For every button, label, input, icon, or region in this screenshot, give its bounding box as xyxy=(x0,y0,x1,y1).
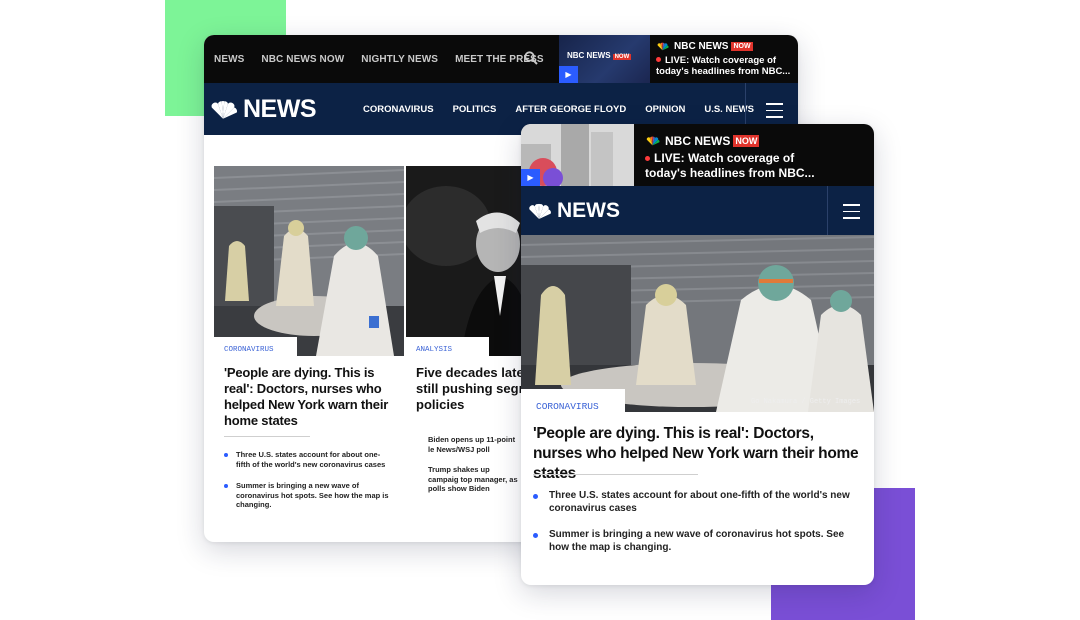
nbc-news-now-label: NBC NEWS xyxy=(674,41,729,52)
live-dot-icon xyxy=(656,57,661,62)
nbc-news-now-brand: NBC NEWS NOW xyxy=(656,41,798,52)
nurses-photo-illustration xyxy=(214,166,404,356)
nav-coronavirus[interactable]: CORONAVIRUS xyxy=(363,104,434,115)
mobile-screenshot: ▶ NBC NEWS NOW LIVE: Watch coverage of to… xyxy=(521,124,874,585)
live-headline-text: LIVE: Watch coverage of today's headline… xyxy=(656,55,791,77)
nbc-news-now-label: NBC NEWS xyxy=(665,134,731,148)
story-headline[interactable]: 'People are dying. This is real': Doctor… xyxy=(224,365,394,429)
story-photo-nurses[interactable] xyxy=(521,235,874,412)
nurses-photo-illustration xyxy=(521,235,874,412)
logo-text: NEWS xyxy=(243,95,317,123)
divider xyxy=(533,474,698,475)
live-dot-icon xyxy=(645,156,650,161)
story-headline-2-line-1: Five decades later, T xyxy=(416,365,526,380)
nbc-news-logo[interactable]: NEWS xyxy=(526,199,620,223)
peacock-logo-icon xyxy=(529,203,551,219)
live-headline[interactable]: LIVE: Watch coverage of today's headline… xyxy=(645,151,815,180)
menu-icon[interactable] xyxy=(766,103,783,123)
menu-divider xyxy=(827,186,828,235)
logo-text: NEWS xyxy=(557,199,620,222)
story-tag-coronavirus[interactable]: CORONAVIRUS xyxy=(521,389,625,415)
live-headline[interactable]: LIVE: Watch coverage of today's headline… xyxy=(656,55,798,77)
top-nav: NEWS NBC NEWS NOW NIGHTLY NEWS MEET THE … xyxy=(214,35,544,83)
story-photo-trump[interactable] xyxy=(406,166,526,356)
play-icon[interactable]: ▶ xyxy=(559,66,578,83)
thumbnail-now-badge: NOW xyxy=(612,54,632,60)
nbc-news-now-brand: NBC NEWS NOW xyxy=(645,134,815,148)
story-headline[interactable]: 'People are dying. This is real': Doctor… xyxy=(533,424,866,484)
nav-us-news[interactable]: U.S. NEWS xyxy=(704,104,754,115)
menu-icon[interactable] xyxy=(843,204,860,224)
related-link[interactable]: Summer is bringing a new wave of coronav… xyxy=(533,529,854,554)
mobile-main-nav: NEWS xyxy=(521,186,874,235)
now-badge: NOW xyxy=(731,42,753,51)
story-tag-analysis[interactable]: ANALYSIS xyxy=(406,337,489,359)
portrait-photo-illustration xyxy=(406,166,526,356)
thumbnail-logo: NBC NEWS NOW xyxy=(567,51,632,60)
divider xyxy=(224,436,310,437)
peacock-icon xyxy=(646,136,660,146)
nav-politics[interactable]: POLITICS xyxy=(453,104,497,115)
top-bar: NEWS NBC NEWS NOW NIGHTLY NEWS MEET THE … xyxy=(204,35,798,83)
story-headline-2-line-3: policies xyxy=(416,397,465,412)
top-nav-nightly-news[interactable]: NIGHTLY NEWS xyxy=(361,54,438,65)
top-nav-news[interactable]: NEWS xyxy=(214,54,244,65)
story-headline-2[interactable]: Five decades later, T still pushing segr… xyxy=(416,365,526,413)
play-icon[interactable]: ▶ xyxy=(521,169,540,186)
nav-after-george-floyd[interactable]: AFTER GEORGE FLOYD xyxy=(515,104,626,115)
related-link[interactable]: Trump shakes up campaig top manager, as … xyxy=(428,465,520,494)
story-photo-nurses[interactable] xyxy=(214,166,404,356)
live-video-thumbnail[interactable]: NBC NEWS NOW ▶ xyxy=(559,35,650,83)
peacock-logo-icon xyxy=(211,100,238,119)
related-link[interactable]: Three U.S. states account for about one-… xyxy=(533,490,854,515)
photo-credit: Go Nakamura / Getty Images xyxy=(751,398,861,406)
story-headline-2-line-2: still pushing segreg xyxy=(416,381,526,396)
related-link[interactable]: Three U.S. states account for about one-… xyxy=(224,450,391,469)
related-link[interactable]: Summer is bringing a new wave of coronav… xyxy=(224,481,391,510)
top-nav-nbc-news-now[interactable]: NBC NEWS NOW xyxy=(261,54,344,65)
related-link[interactable]: Biden opens up 11-point le News/WSJ poll xyxy=(428,435,520,454)
live-promo[interactable]: NBC NEWS NOW LIVE: Watch coverage of toda… xyxy=(650,35,798,83)
thumbnail-logo-text: NBC NEWS xyxy=(567,51,611,60)
search-icon[interactable] xyxy=(524,51,538,65)
live-promo[interactable]: NBC NEWS NOW LIVE: Watch coverage of toda… xyxy=(645,134,815,180)
mobile-top-bar: ▶ NBC NEWS NOW LIVE: Watch coverage of to… xyxy=(521,124,874,186)
live-video-thumbnail[interactable]: ▶ xyxy=(521,124,634,186)
live-headline-text: LIVE: Watch coverage of today's headline… xyxy=(645,151,815,180)
peacock-icon xyxy=(657,42,669,51)
nbc-news-logo[interactable]: NEWS xyxy=(208,95,317,124)
nav-opinion[interactable]: OPINION xyxy=(645,104,685,115)
now-badge: NOW xyxy=(733,135,760,147)
story-tag-coronavirus[interactable]: CORONAVIRUS xyxy=(214,337,297,359)
